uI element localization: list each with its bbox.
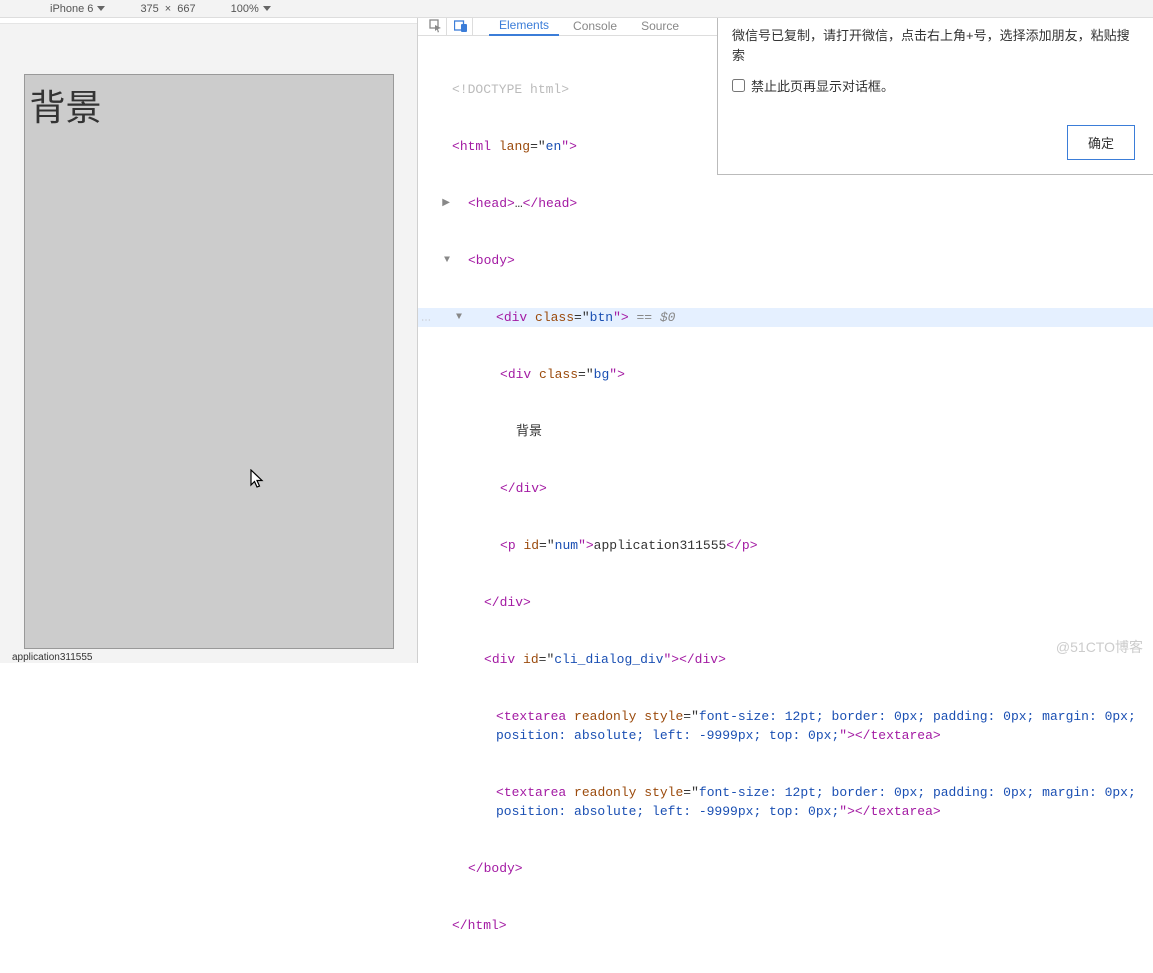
dom-p-num[interactable]: <p id="num">application311555</p> [452, 536, 758, 555]
dom-body-open[interactable]: <body> [452, 251, 515, 270]
bg-text: 背景 [25, 75, 393, 135]
chevron-down-icon [263, 6, 271, 11]
expand-arrow-icon[interactable]: ▶ [442, 194, 450, 213]
app-number-text: application311555 [12, 652, 92, 663]
inspect-icon[interactable] [425, 17, 447, 35]
watermark: @51CTO博客 [1056, 637, 1143, 657]
dom-html-open[interactable]: <html lang="en"> [452, 137, 577, 156]
device-frame[interactable]: 背景 [24, 74, 394, 649]
dom-tree[interactable]: <!DOCTYPE html> <html lang="en"> ▶<head>… [418, 36, 1153, 973]
devtools-pane: Elements Console Source <!DOCTYPE html> … [418, 18, 1153, 663]
suppress-label: 禁止此页再显示对话框。 [751, 76, 894, 95]
zoom-select[interactable]: 100% [231, 3, 271, 15]
tab-sources[interactable]: Source [631, 17, 689, 35]
collapse-arrow-icon[interactable]: ▼ [444, 251, 450, 270]
dom-div-bg-close[interactable]: </div> [452, 479, 547, 498]
viewport-dims: 375 × 667 [140, 3, 195, 15]
ellipsis-icon: ⋯ [421, 312, 432, 331]
suppress-checkbox-row[interactable]: 禁止此页再显示对话框。 [732, 76, 1135, 95]
dim-height[interactable]: 667 [177, 3, 195, 15]
dim-x: × [165, 3, 171, 15]
dom-html-close[interactable]: </html> [452, 916, 507, 935]
dom-body-close[interactable]: </body> [452, 859, 523, 878]
suppress-checkbox[interactable] [732, 79, 745, 92]
device-toggle-icon[interactable] [451, 17, 473, 35]
device-select[interactable]: iPhone 6 [50, 3, 105, 15]
dom-div-cli[interactable]: <div id="cli_dialog_div"></div> [452, 650, 726, 669]
tab-elements[interactable]: Elements [489, 16, 559, 36]
tab-console[interactable]: Console [563, 17, 627, 35]
dialog-message: 微信号已复制，请打开微信，点击右上角+号，选择添加朋友，粘贴搜索 [732, 26, 1135, 66]
dom-div-btn-close[interactable]: </div> [452, 593, 531, 612]
cursor-icon [250, 469, 266, 496]
dom-doctype: <!DOCTYPE html> [452, 80, 569, 99]
dom-selected-row[interactable]: ⋯▼<div class="btn"> == $0 [418, 308, 1153, 327]
device-preview-pane: 背景 application311555 [0, 18, 418, 663]
dim-width[interactable]: 375 [140, 3, 158, 15]
dom-div-bg[interactable]: <div class="bg"> [452, 365, 625, 384]
dom-head[interactable]: <head>…</head> [452, 194, 577, 213]
dom-bg-text[interactable]: 背景 [452, 422, 542, 441]
chevron-down-icon [97, 6, 105, 11]
dom-textarea-1[interactable]: <textarea readonly style="font-size: 12p… [452, 707, 1136, 745]
device-toolbar: iPhone 6 375 × 667 100% [0, 0, 1153, 18]
dom-textarea-2[interactable]: <textarea readonly style="font-size: 12p… [452, 783, 1136, 821]
ok-button[interactable]: 确定 [1067, 125, 1135, 160]
collapse-arrow-icon[interactable]: ▼ [456, 308, 462, 327]
alert-dialog: 微信号已复制，请打开微信，点击右上角+号，选择添加朋友，粘贴搜索 禁止此页再显示… [717, 18, 1153, 175]
